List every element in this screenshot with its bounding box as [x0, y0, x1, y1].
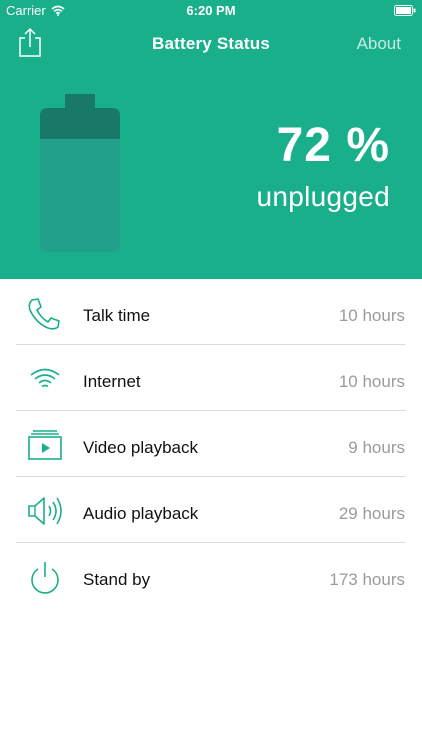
- power-icon: [31, 562, 59, 594]
- list-item-video-playback[interactable]: Video playback 9 hours: [0, 411, 422, 477]
- list-item-value: 10 hours: [338, 306, 405, 325]
- battery-level-graphic: [40, 94, 120, 252]
- battery-percent: 72 %: [276, 119, 390, 172]
- status-battery-icon: [394, 5, 416, 16]
- list-item-label: Internet: [83, 372, 141, 391]
- list-item-label: Talk time: [83, 306, 151, 325]
- list-item-audio-playback[interactable]: Audio playback 29 hours: [0, 477, 422, 543]
- battery-header: Carrier 6:20 PM Battery Status About 72 …: [0, 0, 422, 279]
- about-button[interactable]: About: [357, 34, 401, 54]
- status-bar: Carrier 6:20 PM: [0, 0, 422, 22]
- list-item-value: 173 hours: [329, 570, 405, 589]
- charging-state: unplugged: [256, 181, 390, 212]
- wifi-icon: [30, 368, 60, 388]
- list-item-label: Video playback: [83, 438, 198, 457]
- list-item-talk-time[interactable]: Talk time 10 hours: [0, 279, 422, 345]
- list-item-internet[interactable]: Internet 10 hours: [0, 345, 422, 411]
- nav-bar: Battery Status About: [0, 22, 422, 66]
- list-item-label: Audio playback: [83, 504, 199, 523]
- phone-icon: [28, 298, 60, 330]
- status-time: 6:20 PM: [186, 3, 236, 18]
- usage-list: Talk time 10 hours Internet 10 hours Vid…: [0, 279, 422, 609]
- list-item-value: 9 hours: [348, 438, 405, 457]
- list-item-stand-by[interactable]: Stand by 173 hours: [0, 543, 422, 609]
- list-item-value: 10 hours: [338, 372, 405, 391]
- speaker-icon: [28, 497, 62, 525]
- list-item-value: 29 hours: [338, 504, 405, 523]
- list-item-label: Stand by: [83, 570, 151, 589]
- video-icon: [28, 430, 62, 460]
